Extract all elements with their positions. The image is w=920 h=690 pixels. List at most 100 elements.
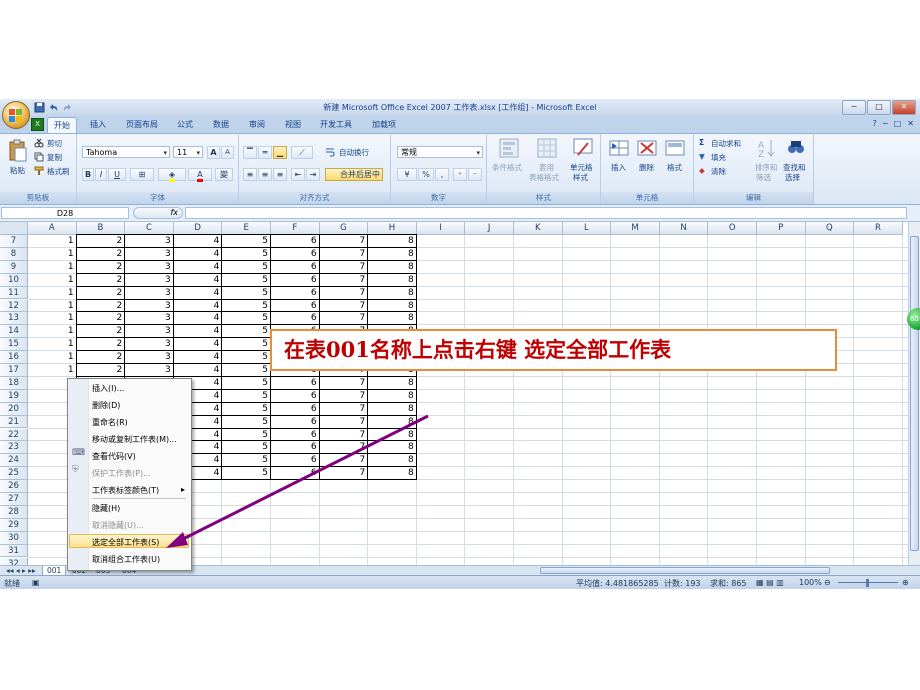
cell-h20[interactable]: 8: [368, 403, 417, 415]
cell-g25[interactable]: 7: [320, 467, 369, 479]
shrink-font-button[interactable]: A: [221, 146, 234, 159]
row-header-13[interactable]: 13: [0, 312, 28, 326]
cell-f18[interactable]: 6: [271, 377, 320, 389]
cell-a8[interactable]: 1: [28, 248, 77, 260]
cell-f9[interactable]: 6: [271, 261, 320, 273]
cell-g22[interactable]: 7: [320, 429, 369, 441]
cell-a14[interactable]: 1: [28, 325, 77, 337]
cell-g20[interactable]: 7: [320, 403, 369, 415]
cell-a17[interactable]: 1: [28, 364, 77, 376]
row-header-18[interactable]: 18: [0, 376, 28, 390]
cell-c8[interactable]: 3: [125, 248, 174, 260]
autosum-label[interactable]: 自动求和: [711, 138, 741, 149]
tab-developer[interactable]: 开发工具: [320, 119, 352, 130]
cell-a9[interactable]: 1: [28, 261, 77, 273]
row-header-21[interactable]: 21: [0, 415, 28, 429]
cell-f8[interactable]: 6: [271, 248, 320, 260]
decrease-decimal-button[interactable]: ⁻: [468, 168, 482, 181]
phonetic-button[interactable]: 變: [215, 168, 233, 181]
format-cells-icon[interactable]: [665, 138, 685, 158]
cell-c14[interactable]: 3: [125, 325, 174, 337]
menu-item-rename[interactable]: 重命名(R): [92, 417, 128, 428]
cell-f10[interactable]: 6: [271, 274, 320, 286]
fill-label[interactable]: 填充: [711, 152, 726, 163]
decrease-indent-button[interactable]: ⇤: [291, 168, 305, 181]
cell-g12[interactable]: 7: [320, 300, 369, 312]
cell-d13[interactable]: 4: [174, 312, 223, 324]
cell-h25[interactable]: 8: [368, 467, 417, 479]
cell-f11[interactable]: 6: [271, 287, 320, 299]
cell-e10[interactable]: 5: [222, 274, 271, 286]
row-header-25[interactable]: 25: [0, 467, 28, 481]
insert-function-button[interactable]: fx: [133, 207, 183, 219]
cell-g21[interactable]: 7: [320, 416, 369, 428]
row-header-9[interactable]: 9: [0, 260, 28, 274]
cell-d8[interactable]: 4: [174, 248, 223, 260]
cell-a7[interactable]: 1: [28, 235, 77, 247]
cell-f25[interactable]: 6: [271, 467, 320, 479]
ribbon-restore-icon[interactable]: □: [894, 119, 902, 128]
orientation-button[interactable]: ⟋: [291, 146, 313, 159]
tab-page-layout[interactable]: 页面布局: [126, 119, 158, 130]
view-buttons-icon[interactable]: ▦ ▤ ▥: [756, 578, 784, 587]
cell-e22[interactable]: 5: [222, 429, 271, 441]
sort-filter-icon[interactable]: AZ: [757, 138, 777, 158]
cut-label[interactable]: 剪切: [47, 138, 62, 149]
cell-g9[interactable]: 7: [320, 261, 369, 273]
row-header-26[interactable]: 26: [0, 480, 28, 493]
cell-c10[interactable]: 3: [125, 274, 174, 286]
tab-data[interactable]: 数据: [213, 119, 229, 130]
cell-e13[interactable]: 5: [222, 312, 271, 324]
cell-e16[interactable]: 5: [222, 351, 271, 363]
format-painter-label[interactable]: 格式刷: [47, 166, 70, 177]
align-bottom-button[interactable]: ▁: [273, 146, 287, 159]
cell-h8[interactable]: 8: [368, 248, 417, 260]
row-header-19[interactable]: 19: [0, 389, 28, 403]
row-header-24[interactable]: 24: [0, 454, 28, 468]
font-color-button[interactable]: A: [188, 168, 212, 182]
align-middle-button[interactable]: ═: [258, 146, 272, 159]
percent-button[interactable]: %: [418, 168, 434, 181]
cell-b17[interactable]: 2: [77, 364, 126, 376]
cell-e9[interactable]: 5: [222, 261, 271, 273]
row-header-29[interactable]: 29: [0, 518, 28, 532]
row-header-20[interactable]: 20: [0, 402, 28, 416]
cell-d14[interactable]: 4: [174, 325, 223, 337]
align-center-button[interactable]: ≡: [258, 168, 272, 181]
row-header-17[interactable]: 17: [0, 364, 28, 377]
cell-g13[interactable]: 7: [320, 312, 369, 324]
cell-a10[interactable]: 1: [28, 274, 77, 286]
sort-filter-label-2[interactable]: 筛选: [756, 172, 771, 183]
tab-insert[interactable]: 插入: [90, 119, 106, 130]
zoom-in-icon[interactable]: ⊕: [902, 578, 909, 587]
comma-button[interactable]: ,: [435, 168, 449, 181]
cell-h23[interactable]: 8: [368, 441, 417, 453]
office-button[interactable]: [2, 101, 30, 129]
menu-item-insert[interactable]: 插入(I)...: [92, 383, 124, 394]
menu-item-delete[interactable]: 删除(D): [92, 400, 120, 411]
cell-e7[interactable]: 5: [222, 235, 271, 247]
cell-g24[interactable]: 7: [320, 454, 369, 466]
cell-e19[interactable]: 5: [222, 390, 271, 402]
row-header-28[interactable]: 28: [0, 505, 28, 519]
font-size-combo[interactable]: 11: [173, 146, 203, 159]
column-header-r[interactable]: R: [854, 222, 903, 235]
find-select-label-2[interactable]: 选择: [785, 172, 800, 183]
cell-c9[interactable]: 3: [125, 261, 174, 273]
name-box[interactable]: D28: [1, 207, 129, 219]
cell-h9[interactable]: 8: [368, 261, 417, 273]
menu-item-hide[interactable]: 隐藏(H): [92, 503, 120, 514]
align-top-button[interactable]: ▔: [243, 146, 257, 159]
tab-addins[interactable]: 加载项: [372, 119, 396, 130]
cell-e17[interactable]: 5: [222, 364, 271, 376]
column-header-i[interactable]: I: [416, 222, 466, 235]
select-all-corner[interactable]: [0, 222, 28, 235]
cell-e18[interactable]: 5: [222, 377, 271, 389]
cell-styles-icon[interactable]: [573, 138, 593, 158]
cell-h18[interactable]: 8: [368, 377, 417, 389]
format-cells-label[interactable]: 格式: [667, 162, 682, 173]
cell-h22[interactable]: 8: [368, 429, 417, 441]
cell-e11[interactable]: 5: [222, 287, 271, 299]
cell-g8[interactable]: 7: [320, 248, 369, 260]
tab-formulas[interactable]: 公式: [177, 119, 193, 130]
